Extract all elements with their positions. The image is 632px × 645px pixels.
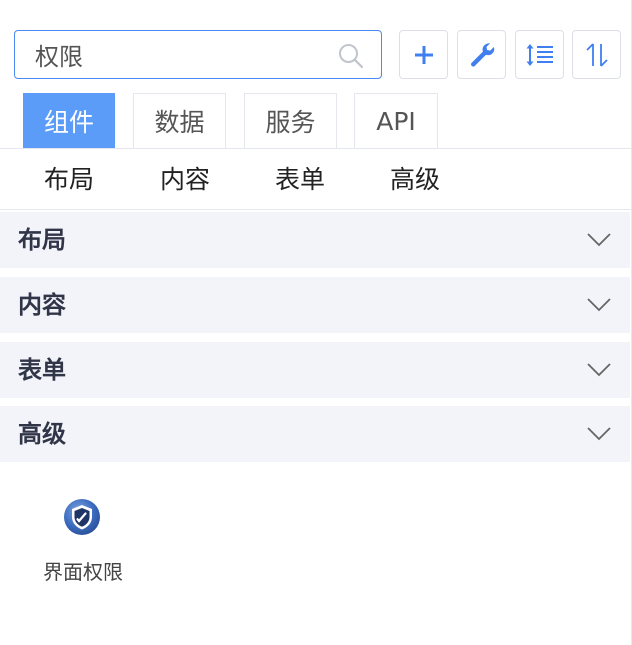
search-input[interactable] bbox=[35, 37, 335, 72]
tabs-divider bbox=[0, 148, 632, 149]
subtab-content[interactable]: 内容 bbox=[160, 160, 210, 200]
tab-services[interactable]: 服务 bbox=[244, 93, 337, 148]
section-title: 内容 bbox=[18, 291, 66, 319]
section-layout[interactable]: 布局 bbox=[0, 212, 630, 268]
shield-icon bbox=[64, 499, 100, 535]
section-form[interactable]: 表单 bbox=[0, 342, 630, 398]
sort-lines-icon bbox=[526, 43, 553, 66]
component-panel: 组件 数据 服务 API 布局 内容 表单 高级 布局 内容 表单 高级 bbox=[0, 0, 632, 645]
chevron-down-icon[interactable] bbox=[586, 228, 612, 250]
search-icon[interactable] bbox=[337, 42, 365, 70]
add-button[interactable] bbox=[399, 30, 448, 79]
subtab-layout[interactable]: 布局 bbox=[44, 160, 94, 200]
section-title: 表单 bbox=[18, 356, 66, 384]
chevron-down-icon[interactable] bbox=[586, 422, 612, 444]
search-box[interactable] bbox=[14, 30, 382, 79]
section-title: 高级 bbox=[18, 420, 66, 448]
component-label: 界面权限 bbox=[43, 560, 123, 584]
wrench-icon bbox=[470, 42, 494, 67]
swap-order-button[interactable] bbox=[572, 30, 621, 79]
up-down-arrows-icon bbox=[585, 42, 608, 67]
tab-components[interactable]: 组件 bbox=[23, 93, 115, 148]
tab-api[interactable]: API bbox=[354, 93, 438, 148]
chevron-down-icon[interactable] bbox=[586, 293, 612, 315]
section-title: 布局 bbox=[18, 226, 66, 254]
section-advanced[interactable]: 高级 bbox=[0, 406, 630, 462]
sort-button[interactable] bbox=[515, 30, 564, 79]
chevron-down-icon[interactable] bbox=[586, 358, 612, 380]
settings-button[interactable] bbox=[457, 30, 506, 79]
section-content[interactable]: 内容 bbox=[0, 277, 630, 333]
subtab-advanced[interactable]: 高级 bbox=[390, 160, 440, 200]
component-item-ui-permission[interactable]: 界面权限 bbox=[30, 490, 136, 590]
subtabs-divider bbox=[0, 209, 632, 210]
subtab-form[interactable]: 表单 bbox=[275, 160, 325, 200]
plus-icon bbox=[414, 45, 433, 64]
tab-data[interactable]: 数据 bbox=[133, 93, 226, 148]
